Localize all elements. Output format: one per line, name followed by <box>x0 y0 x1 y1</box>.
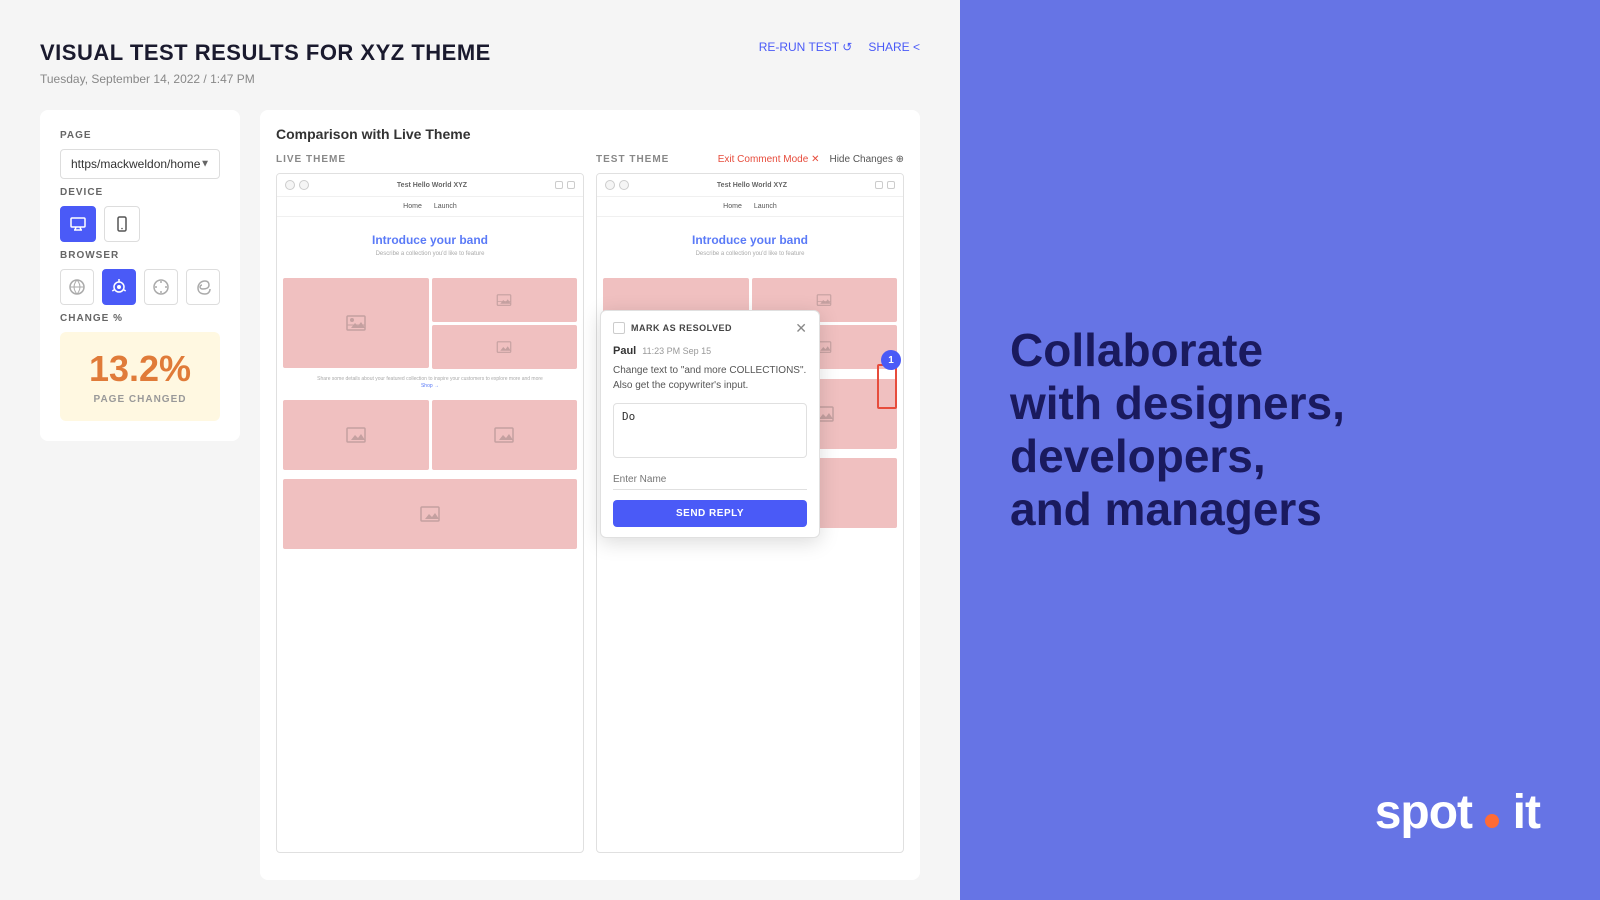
comment-popup-body: Paul 11:23 PM Sep 15 Change text to "and… <box>601 339 819 537</box>
hide-changes-button[interactable]: Hide Changes ⊕ <box>829 154 904 165</box>
send-reply-button[interactable]: SEND REPLY <box>613 500 807 527</box>
highlight-box <box>877 364 897 409</box>
test-mockup-site-title: Test Hello World XYZ <box>717 182 787 189</box>
desktop-device-button[interactable] <box>60 206 96 242</box>
logo-dot <box>1485 814 1499 828</box>
change-badge: 13.2% PAGE CHANGED <box>60 332 220 421</box>
comment-popup: MARK AS RESOLVED ✕ Paul 11:23 PM Sep 15 … <box>600 310 820 538</box>
comment-text: Change text to "and more COLLECTIONS". A… <box>613 363 807 393</box>
mockup-nav-launch: Launch <box>434 203 457 210</box>
spot-it-logo: spot it <box>1375 785 1540 840</box>
content-row: PAGE https/mackweldon/home ▼ DEVICE <box>40 110 920 880</box>
mockup-hero-title: Introduce your band <box>287 233 573 247</box>
comment-author-row: Paul 11:23 PM Sep 15 <box>613 345 807 357</box>
test-mockup-icons-right <box>875 181 895 189</box>
test-mockup-nav-launch: Launch <box>754 203 777 210</box>
test-mockup-nav-icon-1 <box>605 180 615 190</box>
headline-line2: with designers, <box>1010 377 1345 429</box>
comment-time: 11:23 PM Sep 15 <box>642 346 711 356</box>
headline-line4: and managers <box>1010 483 1322 535</box>
comment-popup-header: MARK AS RESOLVED ✕ <box>601 311 819 339</box>
browser-label: BROWSER <box>60 250 220 261</box>
mockup-link-sm: Shop → <box>285 383 575 389</box>
mockup-cell-large-left <box>283 278 429 368</box>
exit-comment-mode-button[interactable]: Exit Comment Mode ✕ <box>718 154 820 165</box>
mockup-text-sm-1: Share some details about your featured c… <box>285 376 575 383</box>
mockup-icon-sm-2 <box>567 181 575 189</box>
test-theme-label: TEST THEME <box>596 154 669 165</box>
live-theme-column: LIVE THEME Test Hello World XYZ <box>276 154 584 853</box>
main-panel: VISUAL TEST RESULTS FOR XYZ THEME Tuesda… <box>0 0 960 900</box>
reply-textarea[interactable]: Do <box>613 403 807 458</box>
popup-close-button[interactable]: ✕ <box>795 321 807 335</box>
mockup-bottom-cell-2 <box>432 400 578 470</box>
mark-resolved-checkbox[interactable] <box>613 322 625 334</box>
device-buttons <box>60 206 220 242</box>
marketing-panel: Collaborate with designers, developers, … <box>960 0 1600 900</box>
change-badge-label: PAGE CHANGED <box>76 394 204 405</box>
comment-author: Paul <box>613 345 636 357</box>
comparison-title: Comparison with Live Theme <box>276 126 904 142</box>
chrome-browser-button[interactable] <box>102 269 136 305</box>
test-mockup-hero-title: Introduce your band <box>607 233 893 247</box>
name-input[interactable] <box>613 470 807 490</box>
mockup-hero: Introduce your band Describe a collectio… <box>277 217 583 275</box>
mockup-hero-sub: Describe a collection you'd like to feat… <box>287 251 573 257</box>
live-theme-mockup: Test Hello World XYZ Home Launch <box>276 173 584 853</box>
page-label: PAGE <box>60 130 220 141</box>
mockup-site-title: Test Hello World XYZ <box>397 182 467 189</box>
page-select-wrapper: https/mackweldon/home ▼ <box>60 149 220 179</box>
test-mockup-nav-links: Home Launch <box>597 197 903 217</box>
edge-browser-button[interactable] <box>186 269 220 305</box>
mockup-bottom-single <box>277 476 583 552</box>
top-actions: RE-RUN TEST ↺ SHARE < <box>759 40 920 54</box>
safari-browser-button[interactable] <box>144 269 178 305</box>
share-button[interactable]: SHARE < <box>868 40 920 54</box>
test-mockup-nav-home: Home <box>723 203 742 210</box>
comparison-area: Comparison with Live Theme LIVE THEME <box>260 110 920 880</box>
mockup-nav-home: Home <box>403 203 422 210</box>
device-label: DEVICE <box>60 187 220 198</box>
test-mockup-icon-sm-1 <box>875 181 883 189</box>
mockup-nav-icon-1 <box>285 180 295 190</box>
change-percent: 13.2% <box>76 348 204 390</box>
mockup-nav-icons <box>285 180 309 190</box>
mockup-icons-right <box>555 181 575 189</box>
mockup-cell-top-right <box>432 278 578 322</box>
browser-buttons <box>60 269 220 305</box>
test-mockup-header: Test Hello World XYZ <box>597 174 903 197</box>
test-mockup-hero-sub: Describe a collection you'd like to feat… <box>607 251 893 257</box>
page-subtitle: Tuesday, September 14, 2022 / 1:47 PM <box>40 72 920 86</box>
marketing-headline: Collaborate with designers, developers, … <box>1010 324 1550 576</box>
headline-line3: developers, <box>1010 430 1266 482</box>
comment-badge[interactable]: 1 <box>881 350 901 370</box>
test-mockup-icon-sm-2 <box>887 181 895 189</box>
mark-resolved-label: MARK AS RESOLVED <box>631 323 732 333</box>
mockup-icon-sm-1 <box>555 181 563 189</box>
mockup-bottom-cell-1 <box>283 400 429 470</box>
test-mockup-hero: Introduce your band Describe a collectio… <box>597 217 903 275</box>
test-mockup-nav-icon-2 <box>619 180 629 190</box>
mockup-header: Test Hello World XYZ <box>277 174 583 197</box>
mark-resolved-row: MARK AS RESOLVED <box>613 322 732 334</box>
mockup-grid-top <box>277 275 583 372</box>
live-theme-label-row: LIVE THEME <box>276 154 584 165</box>
test-theme-actions: Exit Comment Mode ✕ Hide Changes ⊕ <box>718 154 904 165</box>
live-theme-label: LIVE THEME <box>276 154 346 165</box>
headline-line1: Collaborate <box>1010 324 1263 376</box>
mockup-text-block: Share some details about your featured c… <box>277 372 583 393</box>
mockup-cell-bottom-right <box>432 325 578 369</box>
mockup-nav-links: Home Launch <box>277 197 583 217</box>
change-label: CHANGE % <box>60 313 220 324</box>
logo-text-part1: spot it <box>1375 785 1540 840</box>
marketing-headline-text: Collaborate with designers, developers, … <box>1010 324 1550 536</box>
page-select[interactable]: https/mackweldon/home <box>60 149 220 179</box>
sidebar: PAGE https/mackweldon/home ▼ DEVICE <box>40 110 240 441</box>
mobile-device-button[interactable] <box>104 206 140 242</box>
test-mockup-nav-icons <box>605 180 629 190</box>
rerun-test-button[interactable]: RE-RUN TEST ↺ <box>759 40 853 54</box>
test-theme-label-row: TEST THEME Exit Comment Mode ✕ Hide Chan… <box>596 154 904 165</box>
firefox-browser-button[interactable] <box>60 269 94 305</box>
mockup-nav-icon-2 <box>299 180 309 190</box>
